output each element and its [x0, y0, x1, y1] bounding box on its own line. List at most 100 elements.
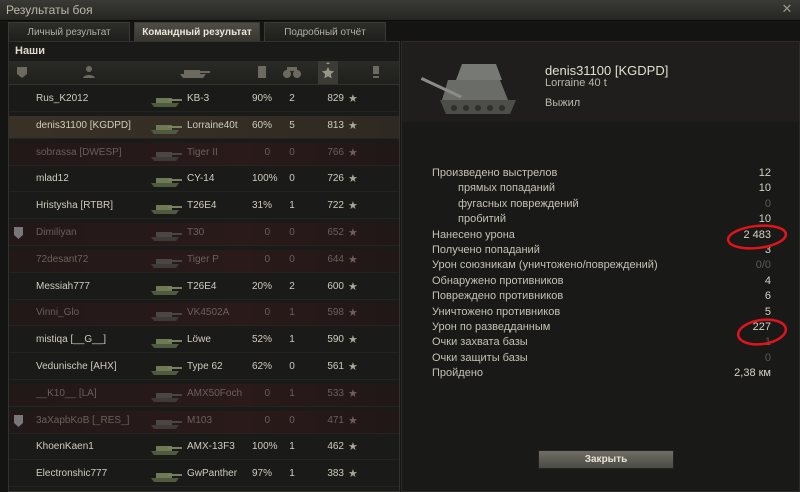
stat-row: Произведено выстрелов 12 — [402, 167, 799, 181]
player-name[interactable]: KhoenKaen1 — [36, 441, 148, 452]
team-panel: Наши Rus_K2012 KB-3 90% 2 829 ★ denis31100 [KG… — [8, 41, 400, 492]
tab-personal[interactable]: Личный результат — [8, 22, 130, 42]
table-row[interactable]: 72desant72 Tiger P 0 0 644 ★ — [9, 249, 399, 273]
player-name[interactable]: __K10__ [LA] — [36, 388, 148, 399]
kills: 1 — [289, 307, 295, 319]
damage-percent: 0 — [264, 227, 270, 238]
star-icon: ★ — [348, 441, 358, 454]
player-name[interactable]: Dimiliyan — [36, 227, 148, 238]
table-row[interactable]: denis31100 [KGDPD] Lorraine40t 60% 5 813 ★ — [9, 115, 399, 139]
vehicle-icon — [151, 446, 182, 456]
table-row[interactable]: Rus_K2012 KB-3 90% 2 829 ★ — [9, 89, 399, 112]
close-icon[interactable]: ✕ — [780, 2, 794, 16]
xp: 590 — [327, 334, 344, 346]
vehicle-icon — [151, 473, 182, 483]
detail-panel: denis31100 [KGDPD] Lorraine 40 t Выжил П… — [401, 41, 800, 492]
kills: 0 — [289, 146, 295, 158]
vehicle-name: AMX-13F3 — [187, 441, 235, 453]
annotation-damage — [726, 224, 788, 250]
damage-icon[interactable] — [253, 64, 271, 80]
player-tank-icon — [420, 64, 516, 114]
vehicle-icon — [151, 392, 182, 402]
stat-row: Повреждено противников 6 — [402, 290, 799, 304]
vehicle-icon — [151, 258, 182, 268]
player-name[interactable]: mistiqa [__G__] — [36, 334, 148, 345]
stat-value: 4 — [764, 274, 771, 287]
table-row[interactable]: Dimiliyan T30 0 0 652 ★ — [9, 223, 399, 246]
player-name[interactable]: Electronshic777 — [36, 468, 148, 479]
squad-icon[interactable] — [13, 64, 31, 80]
stat-label: Произведено выстрелов — [432, 167, 558, 179]
player-name[interactable]: Hristysha [RTBR] — [36, 200, 148, 211]
vehicle-name: AMX50Foch — [187, 387, 243, 399]
player-name[interactable]: Messiah777 — [36, 281, 148, 292]
kills: 1 — [289, 387, 295, 399]
vehicle-name: Tiger P — [187, 253, 219, 265]
star-icon: ★ — [348, 307, 358, 320]
damage-percent: 90% — [252, 93, 273, 104]
player-name[interactable]: 3aXapbKoB [_RES_] — [36, 415, 148, 426]
vehicle-icon — [151, 98, 182, 107]
close-button[interactable]: Закрыть — [538, 450, 674, 469]
damage-percent: 0 — [264, 387, 270, 399]
table-row[interactable]: 3aXapbKoB [_RES_] M103 0 0 471 ★ — [9, 410, 399, 434]
tab-team[interactable]: Командный результат — [134, 22, 260, 42]
table-row[interactable]: __K10__ [LA] AMX50Foch 0 1 533 ★ — [9, 383, 399, 407]
vehicle-name: Type 62 — [187, 361, 223, 372]
star-icon: ★ — [348, 200, 358, 213]
xp-star-icon[interactable] — [318, 61, 338, 84]
player-icon[interactable] — [80, 64, 98, 80]
player-name: denis31100 [KGDPD] — [545, 63, 669, 78]
table-row[interactable]: Electronshic777 GwPanther 97% 1 383 ★ — [9, 464, 399, 488]
vehicle-icon — [151, 124, 182, 134]
vehicle-icon — [151, 366, 182, 375]
player-name[interactable]: Rus_K2012 — [36, 93, 148, 104]
player-name[interactable]: mlad12 — [36, 173, 148, 184]
table-row[interactable]: Hristysha [RTBR] T26E4 31% 1 722 ★ — [9, 196, 399, 220]
kills: 1 — [289, 441, 295, 453]
vehicle-icon — [151, 339, 182, 349]
damage-percent: 97% — [252, 468, 273, 480]
tab-detailed[interactable]: Подробный отчёт — [264, 22, 386, 42]
kills: 0 — [289, 227, 295, 238]
vehicle-name: VK4502A — [187, 307, 230, 319]
kills: 1 — [289, 200, 295, 212]
vehicle-icon — [151, 285, 182, 295]
status-icon[interactable] — [369, 64, 383, 80]
xp: 598 — [327, 307, 344, 319]
damage-percent: 0 — [264, 253, 270, 265]
player-tank: Lorraine 40 t — [545, 77, 607, 89]
vehicle-name: M103 — [187, 414, 213, 426]
player-header: denis31100 [KGDPD] Lorraine 40 t Выжил — [402, 42, 799, 122]
player-name[interactable]: 72desant72 — [36, 254, 148, 265]
frags-icon[interactable] — [281, 64, 303, 80]
stat-value: 0/0 — [755, 259, 771, 272]
clan-icon — [14, 227, 23, 239]
table-row[interactable]: sobrassa [DWESP] Tiger II 0 0 766 ★ — [9, 142, 399, 166]
kills: 2 — [289, 93, 295, 104]
player-name[interactable]: Vinni_Glo — [36, 307, 148, 318]
table-row[interactable]: mistiqa [__G__] Löwe 52% 1 590 ★ — [9, 330, 399, 354]
stat-value: 2,38 км — [734, 367, 771, 380]
damage-percent: 31% — [252, 200, 273, 212]
table-row[interactable]: Messiah777 T26E4 20% 2 600 ★ — [9, 277, 399, 300]
kills: 0 — [289, 253, 295, 265]
kills: 1 — [289, 334, 295, 346]
vehicle-name: Tiger II — [187, 146, 218, 158]
kills: 2 — [289, 280, 295, 292]
vehicle-name: CY-14 — [187, 173, 215, 185]
table-row[interactable]: KhoenKaen1 AMX-13F3 100% 1 462 ★ — [9, 437, 399, 461]
table-row[interactable]: mlad12 CY-14 100% 0 726 ★ — [9, 169, 399, 193]
table-row[interactable]: Vedunische [AHX] Type 62 62% 0 561 ★ — [9, 357, 399, 380]
player-name[interactable]: sobrassa [DWESP] — [36, 147, 148, 158]
kills: 0 — [289, 414, 295, 426]
player-name[interactable]: denis31100 [KGDPD] — [36, 120, 148, 131]
player-name[interactable]: Vedunische [AHX] — [36, 361, 148, 372]
stat-value: 0 — [764, 351, 771, 364]
vehicle-icon — [151, 205, 182, 215]
xp: 471 — [327, 414, 344, 426]
star-icon: ★ — [348, 93, 358, 105]
tank-icon[interactable] — [174, 64, 214, 80]
vehicle-name: KB-3 — [187, 93, 210, 104]
table-row[interactable]: Vinni_Glo VK4502A 0 1 598 ★ — [9, 303, 399, 327]
